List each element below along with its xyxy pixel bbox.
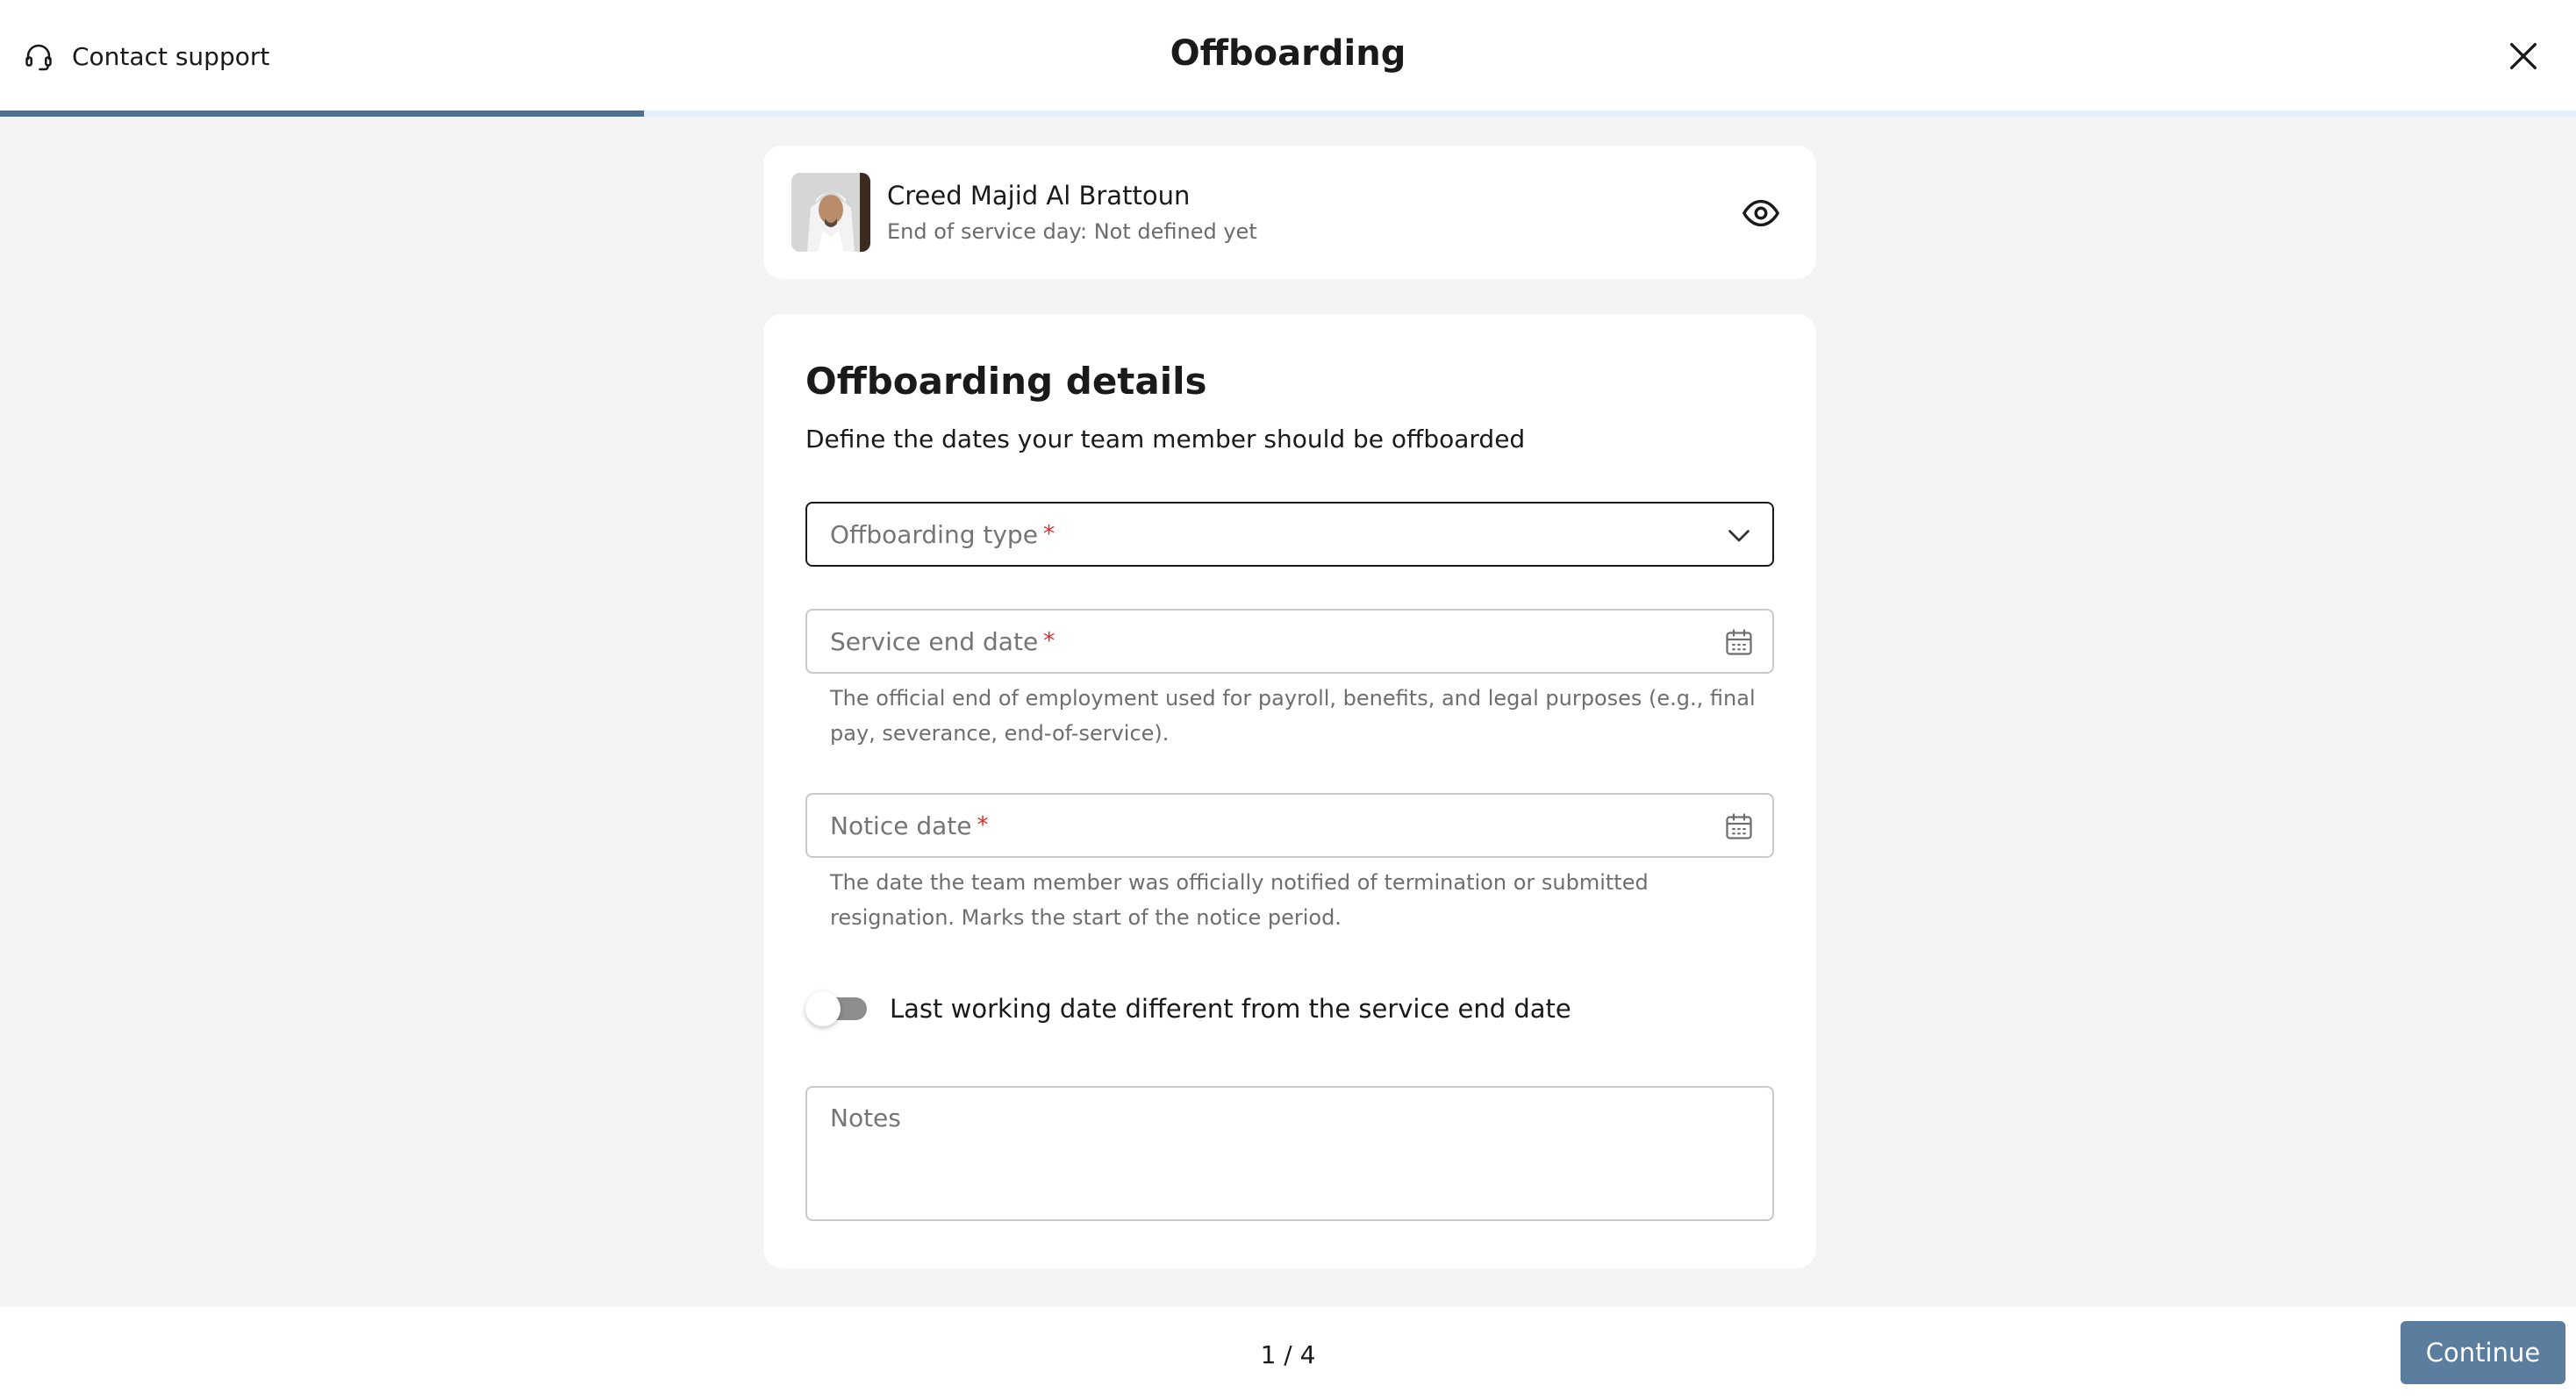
offboarding-details-card: Offboarding details Define the dates you… [763, 314, 1816, 1268]
step-indicator: 1 / 4 [1260, 1340, 1316, 1369]
end-of-service-status: End of service day: Not defined yet [887, 219, 1257, 244]
notice-date-help: The date the team member was officially … [830, 870, 1649, 930]
service-end-date-field[interactable]: Service end date * [805, 609, 1774, 674]
service-end-date-help: The official end of employment used for … [830, 686, 1756, 746]
calendar-icon[interactable] [1723, 626, 1755, 658]
avatar-photo [791, 173, 870, 252]
progress-fill [0, 111, 644, 117]
avatar [791, 173, 870, 252]
top-bar: Contact support Offboarding [0, 0, 2576, 111]
progress-bar [0, 111, 2576, 117]
required-mark: * [977, 812, 989, 839]
section-subtitle: Define the dates your team member should… [805, 425, 1526, 454]
required-mark: * [1042, 521, 1055, 547]
toggle-knob [805, 991, 841, 1026]
eye-icon [1742, 199, 1779, 227]
last-working-date-toggle[interactable] [805, 991, 869, 1026]
offboarding-type-select[interactable]: Offboarding type * [805, 502, 1774, 567]
last-working-date-toggle-row: Last working date different from the ser… [805, 991, 1571, 1026]
service-end-date-placeholder: Service end date [830, 626, 1039, 656]
close-button[interactable] [2502, 35, 2544, 77]
footer-bar: 1 / 4 Continue [0, 1307, 2576, 1400]
notes-textarea[interactable] [805, 1086, 1774, 1221]
notice-date-placeholder: Notice date [830, 811, 972, 840]
close-icon [2510, 43, 2537, 70]
page-title: Offboarding [1170, 33, 1406, 74]
calendar-icon[interactable] [1723, 811, 1755, 842]
team-member-name: Creed Majid Al Brattoun [887, 181, 1191, 211]
team-member-card: Creed Majid Al Brattoun End of service d… [763, 146, 1816, 279]
offboarding-type-placeholder: Offboarding type [830, 519, 1038, 549]
view-profile-button[interactable] [1741, 193, 1781, 233]
required-mark: * [1043, 628, 1055, 654]
continue-button[interactable]: Continue [2401, 1321, 2565, 1384]
notice-date-field[interactable]: Notice date * [805, 793, 1774, 858]
last-working-date-toggle-label: Last working date different from the ser… [890, 994, 1571, 1024]
section-title: Offboarding details [805, 360, 1207, 403]
chevron-down-icon [1723, 519, 1755, 551]
